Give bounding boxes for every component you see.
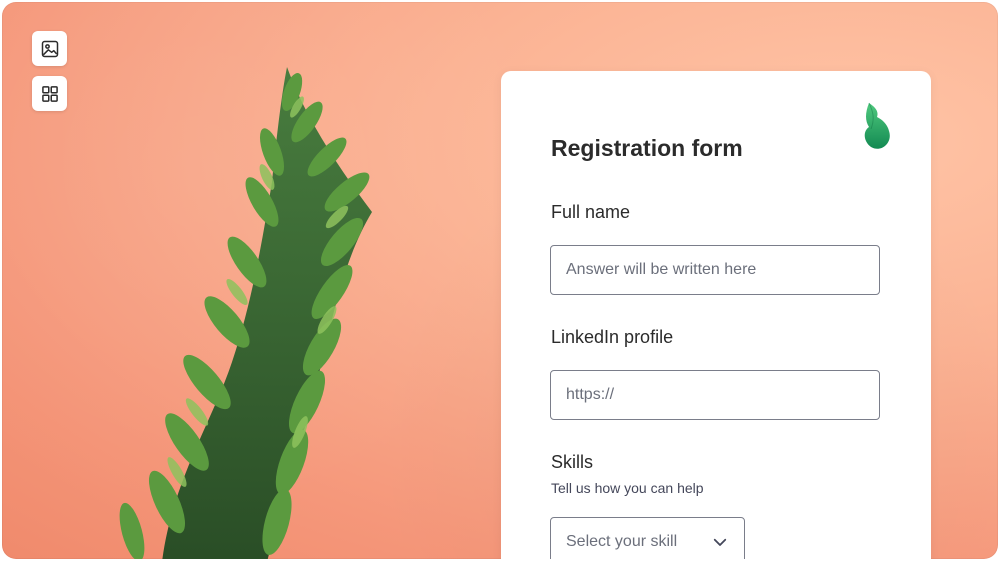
- skill-select[interactable]: Select your skill: [550, 517, 745, 559]
- full-name-label: Full name: [551, 202, 631, 222]
- change-image-button[interactable]: [32, 31, 67, 66]
- flame-leaf-logo: [864, 102, 890, 149]
- plant-image: [119, 67, 372, 559]
- linkedin-profile-label: LinkedIn profile: [551, 327, 674, 347]
- layout-button[interactable]: [32, 76, 67, 111]
- canvas: Registration form Full name LinkedIn pro…: [2, 2, 998, 559]
- chevron-down-icon: [713, 538, 727, 546]
- skill-select-value: Select your skill: [566, 533, 678, 550]
- image-icon: [41, 40, 58, 57]
- skills-description: Tell us how you can help: [551, 480, 704, 496]
- full-name-input[interactable]: [550, 245, 880, 295]
- form-title: Registration form: [551, 135, 743, 161]
- skills-label: Skills: [551, 452, 594, 472]
- grid-icon: [41, 85, 58, 102]
- linkedin-profile-input[interactable]: [550, 370, 880, 420]
- registration-form-card: Registration form Full name LinkedIn pro…: [501, 71, 931, 559]
